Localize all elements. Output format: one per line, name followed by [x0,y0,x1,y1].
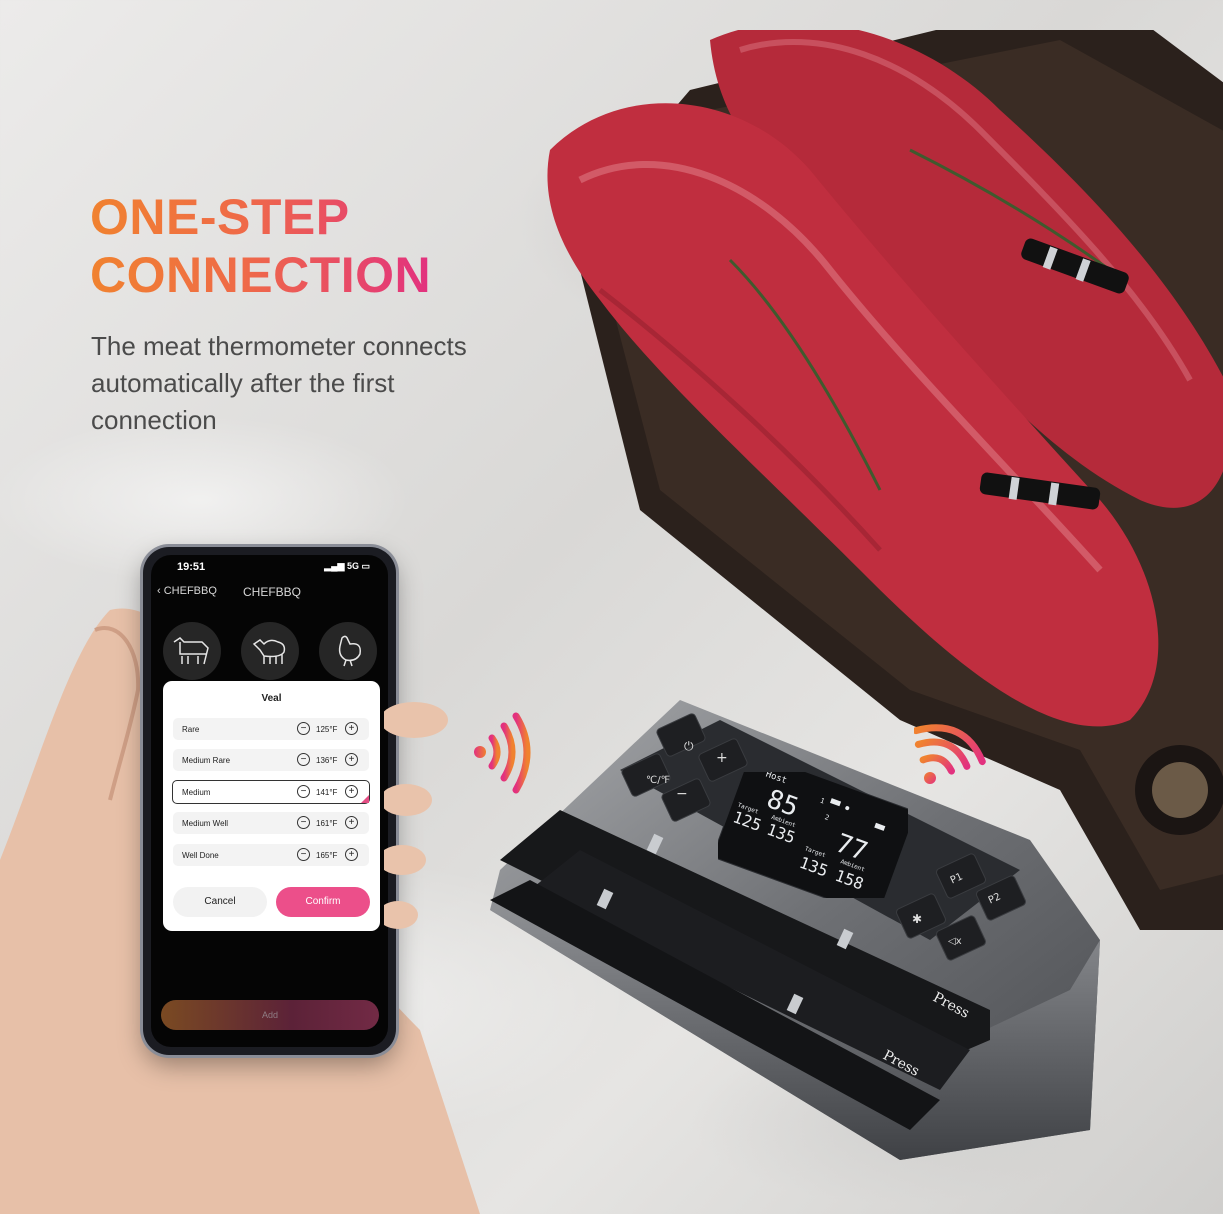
minus-button[interactable]: − [676,786,688,802]
decrease-button[interactable]: − [297,848,310,861]
unit-toggle-button[interactable]: ℃/℉ [646,775,670,786]
option-value: 161°F [316,819,338,828]
cow-button[interactable] [163,622,221,680]
option-label: Medium [182,788,211,797]
chevron-left-icon: ‹ [157,585,164,597]
smartphone: 19:51 ▂▄▆ 5G ▭ ‹ CHEFBBQ CHEFBBQ Veal Ra… [143,547,396,1055]
network-indicator: ▂▄▆ 5G ▭ [324,561,370,571]
doneness-dialog: Veal Rare − 125°F + Medium Rare − 136°F … [163,681,380,931]
option-value: 165°F [316,851,338,860]
confirm-button[interactable]: Confirm [276,887,370,917]
option-label: Well Done [182,851,219,860]
increase-button[interactable]: + [345,753,358,766]
subtitle: The meat thermometer connects automatica… [91,331,467,435]
chicken-button[interactable] [319,622,377,680]
option-label: Medium Well [182,819,229,828]
back-button[interactable]: ‹ CHEFBBQ [157,585,217,597]
settings-button[interactable]: ✱ [912,912,922,926]
app-screen: 19:51 ▂▄▆ 5G ▭ ‹ CHEFBBQ CHEFBBQ Veal Ra… [151,555,388,1047]
chicken-icon [338,635,362,667]
sheep-icon [252,639,286,664]
decrease-button[interactable]: − [297,722,310,735]
decrease-button[interactable]: − [297,785,310,798]
option-medium-rare[interactable]: Medium Rare − 136°F + [173,749,369,771]
option-rare[interactable]: Rare − 125°F + [173,718,369,740]
mute-button[interactable]: ◁x [948,936,962,947]
app-title: CHEFBBQ [243,585,302,599]
headline: ONE-STEP CONNECTION [90,189,432,303]
clock: 19:51 [177,561,206,573]
decrease-button[interactable]: − [297,753,310,766]
decrease-button[interactable]: − [297,816,310,829]
fingers-image [384,702,448,929]
thermometer-base-device: ⏻ + ℃/℉ − P1 P2 ✱ ◁x Press Press [490,700,1100,1160]
option-label: Medium Rare [182,756,231,765]
increase-button[interactable]: + [345,785,358,798]
cancel-button[interactable]: Cancel [173,887,267,917]
option-medium[interactable]: Medium − 141°F + [172,780,370,804]
app-nav-bar: ‹ CHEFBBQ CHEFBBQ [157,585,387,603]
selected-check-icon [361,795,369,803]
option-value: 141°F [316,788,338,797]
option-medium-well[interactable]: Medium Well − 161°F + [173,812,369,834]
option-value: 125°F [316,725,338,734]
plus-button[interactable]: + [716,750,728,766]
status-bar: 19:51 ▂▄▆ 5G ▭ [177,561,370,575]
dialog-title: Veal [261,693,282,704]
sheep-button[interactable] [241,622,299,680]
power-button[interactable]: ⏻ [684,739,694,753]
increase-button[interactable]: + [345,816,358,829]
option-label: Rare [182,725,200,734]
option-well-done[interactable]: Well Done − 165°F + [173,844,369,866]
cow-icon [173,637,209,665]
option-value: 136°F [316,756,338,765]
add-button[interactable]: Add [161,1000,379,1030]
increase-button[interactable]: + [345,722,358,735]
increase-button[interactable]: + [345,848,358,861]
lcd-display: Host 85 1 Target 125 Ambient 135 2 77 Ta… [718,772,908,898]
